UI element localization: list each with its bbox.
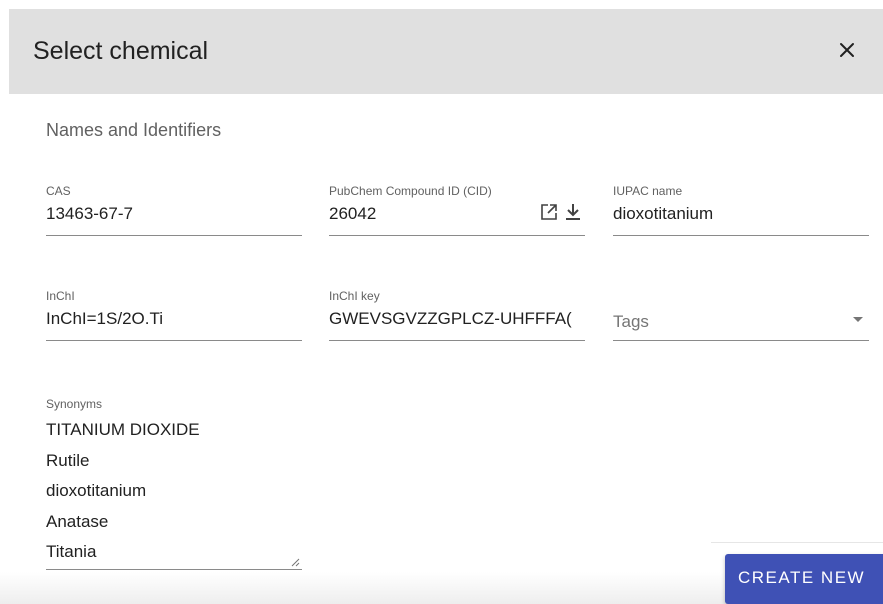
synonym-item: TITANIUM DIOXIDE bbox=[46, 420, 200, 439]
tags-underline bbox=[613, 340, 869, 341]
synonym-item: dioxotitanium bbox=[46, 481, 147, 500]
iupac-name-field[interactable]: IUPAC name dioxotitanium bbox=[613, 184, 869, 236]
close-icon[interactable] bbox=[836, 39, 858, 61]
dialog-header: Select chemical bbox=[9, 9, 883, 94]
cas-value[interactable]: 13463-67-7 bbox=[46, 204, 133, 224]
footer-divider bbox=[711, 542, 883, 543]
pubchem-cid-value[interactable]: 26042 bbox=[329, 204, 376, 224]
tags-placeholder[interactable]: Tags bbox=[613, 312, 649, 332]
pubchem-cid-label: PubChem Compound ID (CID) bbox=[329, 184, 492, 198]
cas-field[interactable]: CAS 13463-67-7 bbox=[46, 184, 302, 236]
cas-label: CAS bbox=[46, 184, 71, 198]
synonym-item: Anatase bbox=[46, 511, 109, 531]
section-heading: Names and Identifiers bbox=[46, 120, 222, 140]
synonyms-textarea[interactable]: Synonyms TITANIUM DIOXIDE Rutile dioxoti… bbox=[46, 397, 302, 570]
download-icon[interactable] bbox=[563, 201, 583, 223]
synonyms-underline bbox=[46, 569, 302, 570]
inchi-key-label: InChI key bbox=[329, 289, 380, 303]
open-external-icon[interactable] bbox=[539, 201, 559, 223]
create-new-button[interactable]: CREATE NEW bbox=[725, 554, 883, 604]
synonym-item: Titania bbox=[46, 542, 97, 561]
iupac-name-underline bbox=[613, 235, 869, 236]
pubchem-cid-underline bbox=[329, 235, 585, 236]
inchi-underline bbox=[46, 340, 302, 341]
pubchem-cid-field[interactable]: PubChem Compound ID (CID) 26042 bbox=[329, 184, 585, 236]
inchi-key-underline bbox=[329, 340, 585, 341]
inchi-field[interactable]: InChI InChI=1S/2O.Ti bbox=[46, 289, 302, 341]
inchi-value[interactable]: InChI=1S/2O.Ti bbox=[46, 309, 163, 329]
synonyms-list[interactable]: TITANIUM DIOXIDE Rutile dioxotitanium An… bbox=[46, 415, 200, 568]
dropdown-arrow-icon[interactable] bbox=[853, 317, 863, 322]
cas-underline bbox=[46, 235, 302, 236]
select-chemical-dialog: Select chemical Names and Identifiers CA… bbox=[0, 0, 883, 604]
iupac-name-label: IUPAC name bbox=[613, 184, 683, 198]
iupac-name-value[interactable]: dioxotitanium bbox=[613, 204, 713, 224]
inchi-key-value[interactable]: GWEVSGVZZGPLCZ-UHFFFA( bbox=[329, 309, 585, 329]
inchi-label: InChI bbox=[46, 289, 75, 303]
inchi-key-field[interactable]: InChI key GWEVSGVZZGPLCZ-UHFFFA( bbox=[329, 289, 585, 341]
synonym-item: Rutile bbox=[46, 450, 90, 470]
resize-handle-icon[interactable] bbox=[291, 558, 300, 567]
dialog-title: Select chemical bbox=[33, 37, 209, 65]
synonyms-label: Synonyms bbox=[46, 397, 103, 411]
tags-select[interactable]: Tags bbox=[613, 289, 869, 341]
cid-actions bbox=[539, 201, 583, 223]
